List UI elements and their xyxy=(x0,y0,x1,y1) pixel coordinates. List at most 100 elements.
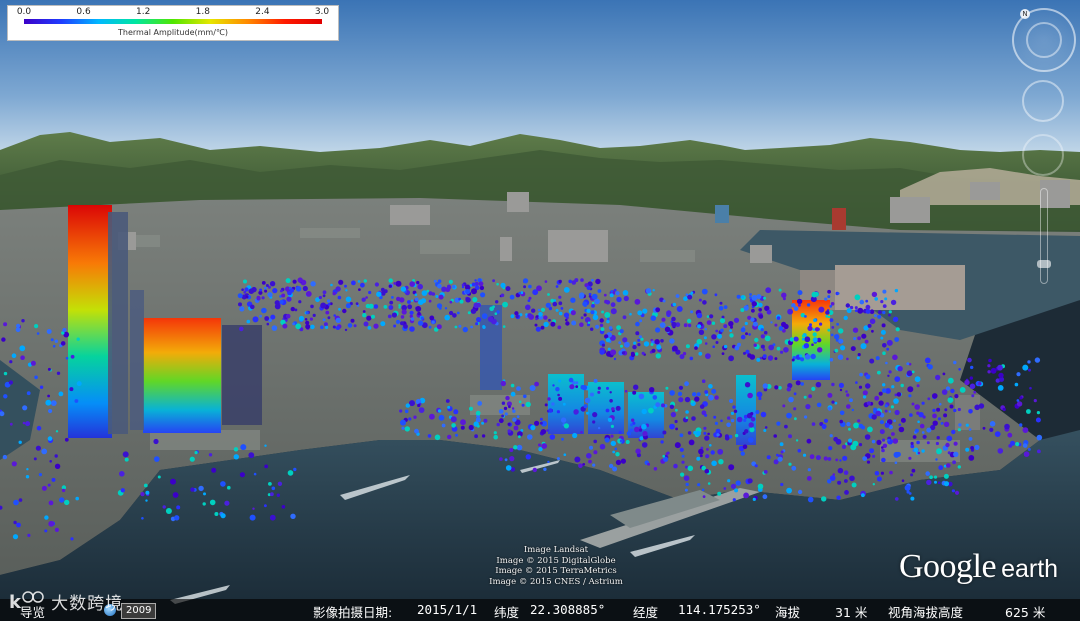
thermal-point xyxy=(715,341,719,344)
thermal-point xyxy=(968,455,975,461)
thermal-point xyxy=(417,311,421,316)
thermal-point xyxy=(51,477,56,482)
move-joystick-icon[interactable] xyxy=(1022,134,1064,176)
thermal-point xyxy=(458,324,462,328)
earth-viewport[interactable]: 0.0 0.6 1.2 1.8 2.4 3.0 Thermal Amplitud… xyxy=(0,0,1080,621)
thermal-point xyxy=(227,485,231,490)
thermal-point xyxy=(938,402,942,406)
thermal-point xyxy=(623,295,629,302)
thermal-point xyxy=(537,308,541,312)
thermal-point xyxy=(924,357,931,364)
thermal-point xyxy=(758,308,762,312)
thermal-point xyxy=(711,460,717,467)
thermal-point xyxy=(750,317,755,322)
thermal-point xyxy=(778,288,782,292)
thermal-point xyxy=(571,280,577,285)
thermal-point xyxy=(360,282,365,288)
thermal-point xyxy=(774,385,779,390)
thermal-point xyxy=(25,421,31,427)
thermal-point xyxy=(579,322,584,328)
thermal-point xyxy=(571,320,577,326)
thermal-point xyxy=(940,422,944,425)
thermal-point xyxy=(433,279,437,283)
thermal-point xyxy=(653,467,658,471)
thermal-point xyxy=(481,421,485,425)
thermal-point xyxy=(496,422,500,427)
thermal-point xyxy=(897,366,903,372)
thermal-point xyxy=(626,431,632,436)
thermal-point xyxy=(428,325,432,329)
thermal-point xyxy=(495,300,499,304)
compass-inner-ring[interactable] xyxy=(1026,22,1062,58)
thermal-point xyxy=(965,423,969,427)
thermal-point xyxy=(937,481,941,485)
thermal-point xyxy=(592,463,596,467)
thermal-point xyxy=(582,463,586,466)
thermal-point xyxy=(618,430,622,435)
thermal-point xyxy=(662,430,667,435)
thermal-point xyxy=(271,325,278,331)
thermal-point xyxy=(941,389,948,395)
thermal-point xyxy=(615,452,620,457)
thermal-point xyxy=(635,352,639,356)
thermal-point xyxy=(965,447,970,452)
north-marker-icon[interactable]: N xyxy=(1020,9,1030,19)
imagery-year-badge[interactable]: 2009 xyxy=(121,603,157,619)
thermal-point xyxy=(400,315,405,319)
thermal-point xyxy=(809,323,812,327)
thermal-point xyxy=(784,424,788,429)
thermal-point xyxy=(827,289,831,294)
thermal-point xyxy=(823,456,828,461)
thermal-point xyxy=(264,316,270,321)
thermal-point xyxy=(1033,399,1037,403)
thermal-point xyxy=(650,315,657,322)
thermal-point xyxy=(534,323,538,327)
thermal-point xyxy=(797,290,803,296)
zoom-slider-thumb[interactable] xyxy=(1037,260,1051,268)
thermal-point xyxy=(550,321,556,327)
thermal-point xyxy=(875,410,882,417)
thermal-point xyxy=(619,439,624,443)
thermal-point xyxy=(793,407,797,411)
thermal-point xyxy=(325,325,329,329)
thermal-point xyxy=(673,463,678,469)
thermal-point xyxy=(595,324,600,329)
thermal-point xyxy=(208,453,213,457)
thermal-point xyxy=(733,409,738,413)
thermal-point xyxy=(264,289,268,293)
thermal-point xyxy=(122,451,129,458)
zoom-slider-icon[interactable] xyxy=(1040,188,1048,284)
thermal-point xyxy=(30,360,36,366)
thermal-point xyxy=(518,400,522,404)
thermal-point xyxy=(332,291,336,296)
thermal-point xyxy=(612,450,616,454)
thermal-point xyxy=(764,426,768,429)
thermal-point xyxy=(335,286,341,292)
thermal-point xyxy=(974,404,980,411)
thermal-point xyxy=(445,399,450,403)
thermal-point xyxy=(538,312,543,317)
thermal-point xyxy=(41,485,47,491)
thermal-point xyxy=(1036,434,1043,441)
thermal-point xyxy=(872,483,875,486)
thermal-point xyxy=(1034,357,1041,363)
3d-scene[interactable] xyxy=(0,0,1080,621)
thermal-point xyxy=(714,421,719,425)
thermal-point xyxy=(906,490,910,494)
thermal-point xyxy=(846,393,850,397)
thermal-point xyxy=(475,322,479,326)
thermal-point xyxy=(866,460,871,464)
thermal-point xyxy=(935,374,941,381)
thermal-point xyxy=(563,453,567,457)
thermal-point xyxy=(839,388,843,392)
thermal-point xyxy=(479,285,485,291)
thermal-point xyxy=(853,422,860,429)
thermal-point xyxy=(588,295,592,298)
thermal-point xyxy=(827,457,832,461)
thermal-point xyxy=(1029,386,1032,390)
thermal-point xyxy=(233,447,239,452)
thermal-point xyxy=(968,409,973,414)
thermal-point xyxy=(583,313,587,317)
look-joystick-icon[interactable] xyxy=(1022,80,1064,122)
thermal-point xyxy=(1015,442,1020,447)
